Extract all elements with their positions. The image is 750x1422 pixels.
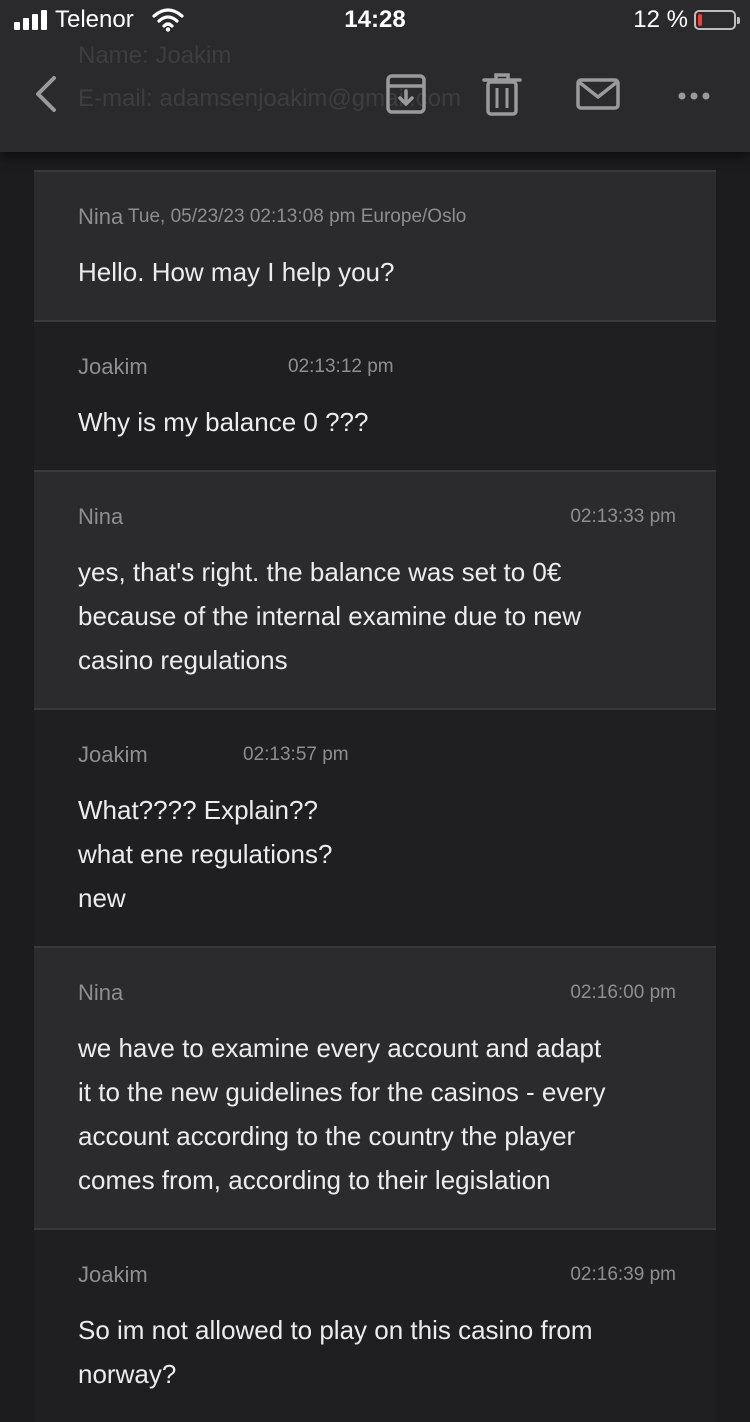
archive-icon[interactable] — [382, 70, 430, 118]
message-timestamp: 02:16:39 pm — [570, 1264, 676, 1285]
message-text: Why is my balance 0 ??? — [78, 407, 369, 437]
message-text: yes, that's right. the balance was set t… — [78, 557, 562, 587]
message-text: because of the internal examine due to n… — [78, 601, 582, 631]
message-header: Joakim 02:13:57 pm — [78, 742, 676, 770]
sender-name: Nina — [78, 980, 124, 1005]
message-timestamp: 02:13:12 pm — [288, 356, 394, 377]
more-icon[interactable] — [670, 70, 718, 118]
message-item: Joakim 02:13:57 pm What???? Explain?? wh… — [34, 708, 716, 946]
mail-icon[interactable] — [574, 70, 622, 118]
message-timestamp: 02:16:00 pm — [570, 982, 676, 1003]
sender-name: Joakim — [78, 742, 148, 767]
message-timestamp: Tue, 05/23/23 02:13:08 pm Europe/Oslo — [128, 206, 467, 227]
sender-name: Nina — [78, 204, 124, 229]
message-item: Joakim 02:13:12 pm Why is my balance 0 ?… — [34, 320, 716, 470]
message-text: So im not allowed to play on this casino… — [78, 1315, 593, 1345]
trash-icon[interactable] — [478, 70, 526, 118]
message-text: account according to the country the pla… — [78, 1121, 576, 1151]
message-text: What???? Explain?? — [78, 795, 318, 825]
message-text: what ene regulations? — [78, 839, 333, 869]
message-text: we have to examine every account and ada… — [78, 1033, 602, 1063]
message-header: Nina 02:16:00 pm — [78, 980, 676, 1008]
message-header: Nina 02:13:33 pm — [78, 504, 676, 532]
message-header: Joakim 02:16:39 pm — [78, 1262, 676, 1290]
chevron-left-icon[interactable] — [26, 70, 74, 118]
battery-fill — [698, 14, 702, 26]
message-timestamp: 02:13:33 pm — [570, 506, 676, 527]
message-item: Nina 02:16:00 pm we have to examine ever… — [34, 946, 716, 1228]
chat-transcript: Nina Tue, 05/23/23 02:13:08 pm Europe/Os… — [34, 170, 716, 1422]
message-text: norway? — [78, 1359, 177, 1389]
message-text: new — [78, 883, 126, 913]
status-bar: Telenor 14:28 12 % — [0, 0, 750, 40]
sender-name: Joakim — [78, 354, 148, 379]
sender-name: Nina — [78, 504, 124, 529]
message-text: comes from, according to their legislati… — [78, 1165, 551, 1195]
message-header: Joakim 02:13:12 pm — [78, 354, 676, 382]
message-text: casino regulations — [78, 645, 288, 675]
message-header: Nina Tue, 05/23/23 02:13:08 pm Europe/Os… — [78, 204, 676, 232]
message-item: Nina 02:13:33 pm yes, that's right. the … — [34, 470, 716, 708]
sender-name: Joakim — [78, 1262, 148, 1287]
ghost-name-text: Name: Joakim — [78, 42, 232, 69]
message-toolbar: Name: Joakim E-mail: adamsenjoakim@gmail… — [0, 40, 750, 152]
battery-icon — [694, 10, 740, 30]
message-item: Joakim 02:16:39 pm So im not allowed to … — [34, 1228, 716, 1422]
status-right: 12 % — [633, 6, 740, 34]
message-timestamp: 02:13:57 pm — [243, 744, 349, 765]
message-text: Hello. How may I help you? — [78, 257, 395, 287]
message-text: it to the new guidelines for the casinos… — [78, 1077, 606, 1107]
battery-percent: 12 % — [633, 6, 688, 33]
message-item: Nina Tue, 05/23/23 02:13:08 pm Europe/Os… — [34, 170, 716, 320]
